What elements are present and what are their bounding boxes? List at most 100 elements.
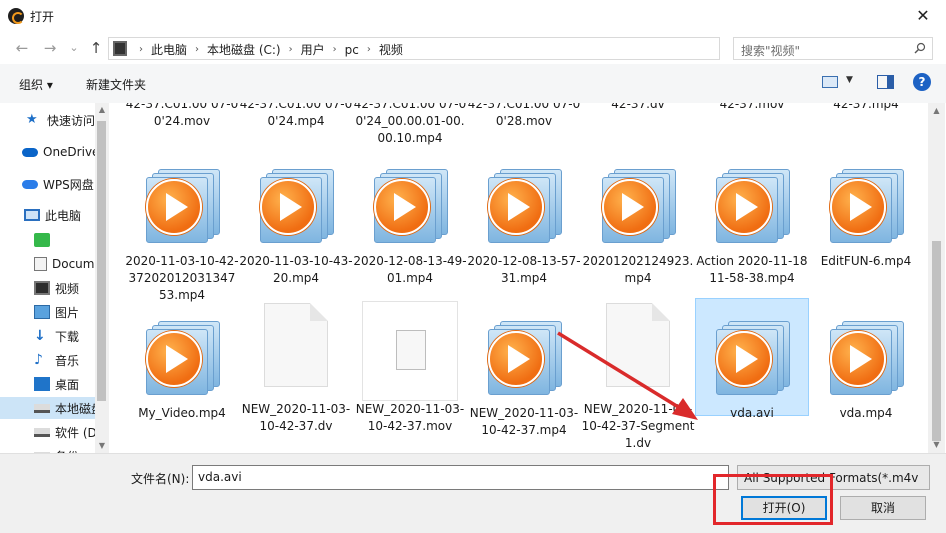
sidebar-item-label: 音乐 — [55, 353, 80, 368]
video-file-icon — [598, 167, 678, 247]
filename-field[interactable]: vda.avi — [192, 465, 729, 490]
file-item[interactable]: vda.mp4 — [809, 319, 923, 422]
file-item[interactable]: 42-37.C01.00 07-00'24.mp4 — [239, 103, 353, 130]
file-item[interactable]: EditFUN-6.mp4 — [809, 167, 923, 270]
sidebar-item-label: 此电脑 — [45, 208, 82, 223]
file-name: 42-37.C01.00 07-00'28.mov — [467, 103, 581, 128]
file-item[interactable]: 2020-12-08-13-49-01.mp4 — [353, 167, 467, 287]
close-icon[interactable]: ✕ — [900, 0, 946, 31]
desktop-icon — [34, 377, 50, 391]
chevron-right-icon[interactable]: › — [289, 44, 293, 55]
scroll-down-icon[interactable]: ▼ — [928, 437, 945, 453]
file-name: vda.avi — [730, 406, 774, 420]
chevron-right-icon[interactable]: › — [333, 44, 337, 55]
file-item[interactable]: 42-37.C01.00 07-00'28.mov — [467, 103, 581, 130]
file-item[interactable]: NEW_2020-11-03-10-42-37.dv — [239, 303, 353, 435]
sidebar-item-drive-d[interactable]: 软件 (D:) — [0, 421, 95, 443]
file-item-selected[interactable]: vda.avi — [695, 298, 809, 420]
file-item[interactable]: 2020-11-03-10-43-20.mp4 — [239, 167, 353, 287]
sidebar-item-label: 下载 — [55, 329, 80, 344]
view-mode-icon[interactable] — [822, 76, 838, 88]
breadcrumb-item[interactable]: 本地磁盘 (C:) — [207, 41, 281, 58]
new-folder-button[interactable]: 新建文件夹 — [86, 76, 146, 93]
file-item[interactable]: 42-37.C01.00 07-00'24.mov — [125, 103, 239, 130]
sidebar-item-label: 视频 — [55, 281, 80, 296]
back-arrow-icon[interactable]: ← — [12, 38, 32, 58]
picture-icon — [34, 305, 50, 319]
breadcrumb-item[interactable]: 用户 — [301, 41, 325, 58]
sidebar-item-documents[interactable]: Documents — [0, 253, 95, 275]
download-icon: ↓ — [34, 328, 46, 344]
file-item[interactable]: 2020-12-08-13-57-31.mp4 — [467, 167, 581, 287]
view-dropdown-icon[interactable]: ▼ — [846, 75, 853, 85]
sidebar-item-app[interactable] — [0, 229, 95, 251]
sidebar-item-label: 快速访问 — [47, 113, 95, 128]
sidebar-item-videos[interactable]: 视频 — [0, 277, 95, 299]
file-item[interactable]: 42-37.mov — [695, 103, 809, 113]
video-file-icon — [826, 167, 906, 247]
video-file-icon — [712, 167, 792, 247]
file-item[interactable]: 20201202124923.mp4 — [581, 167, 695, 287]
up-arrow-icon[interactable]: ↑ — [86, 38, 106, 58]
sidebar-item-label: 软件 (D:) — [55, 425, 95, 440]
sidebar-item-desktop[interactable]: 桌面 — [0, 373, 95, 395]
chevron-right-icon[interactable]: › — [139, 44, 143, 55]
sidebar-item-onedrive[interactable]: OneDrive — [0, 141, 95, 163]
file-name: My_Video.mp4 — [138, 406, 226, 420]
help-icon[interactable]: ? — [913, 73, 931, 91]
scroll-up-icon[interactable]: ▲ — [928, 103, 945, 119]
file-name: NEW_2020-11-03-10-42-37.dv — [241, 402, 351, 433]
sidebar-item-backup[interactable]: 备份 — [0, 445, 95, 453]
scrollbar-thumb[interactable] — [932, 241, 941, 441]
file-item[interactable]: 42-37.dv — [581, 103, 695, 113]
recent-locations-icon[interactable]: ⌄ — [64, 38, 84, 58]
navigation-scrollbar[interactable]: ▲ ▼ — [95, 103, 109, 453]
file-name: vda.mp4 — [839, 406, 893, 420]
sidebar-item-pictures[interactable]: 图片 — [0, 301, 95, 323]
file-name: NEW_2020-11-03-10-42-37-Segment 1.dv — [581, 402, 695, 450]
title-bar: 打开 ✕ — [0, 0, 946, 31]
sidebar-item-label: WPS网盘 — [43, 177, 94, 192]
file-item[interactable]: NEW_2020-11-03-10-42-37.mov — [353, 301, 467, 435]
drive-icon — [34, 427, 50, 437]
breadcrumb-item[interactable]: pc — [345, 43, 359, 57]
search-input[interactable]: 搜索"视频" — [733, 37, 933, 60]
drive-icon — [34, 403, 50, 413]
address-bar[interactable]: › 此电脑 › 本地磁盘 (C:) › 用户 › pc › 视频 ⌄ ↻ — [108, 37, 821, 60]
sidebar-item-label: 图片 — [55, 305, 80, 320]
video-file-icon — [142, 167, 222, 247]
sidebar-item-local-disk-c[interactable]: 本地磁盘 (C:) — [0, 397, 95, 419]
video-icon — [34, 281, 50, 295]
star-icon: ★ — [26, 112, 38, 127]
breadcrumb-item[interactable]: 此电脑 — [151, 41, 187, 58]
scrollbar-thumb[interactable] — [97, 121, 106, 401]
organize-button[interactable]: 组织 ▾ — [19, 76, 53, 93]
file-item[interactable]: 42-37.mp4 — [809, 103, 923, 113]
app-icon — [8, 8, 24, 24]
chevron-right-icon[interactable]: › — [195, 44, 199, 55]
document-icon — [34, 257, 47, 271]
breadcrumb-item[interactable]: 视频 — [379, 41, 403, 58]
sidebar-item-this-pc[interactable]: 此电脑 — [0, 204, 95, 226]
file-item[interactable]: My_Video.mp4 — [125, 319, 239, 422]
sidebar-item-wps[interactable]: WPS网盘 — [0, 173, 95, 195]
file-item[interactable]: NEW_2020-11-03-10-42-37.mp4 — [467, 319, 581, 439]
file-item[interactable]: 42-37.C01.00 07-00'24_00.00.01-00.00.10.… — [353, 103, 467, 147]
computer-icon — [24, 209, 40, 221]
video-file-icon — [484, 167, 564, 247]
cancel-button[interactable]: 取消 — [840, 496, 926, 520]
chevron-right-icon[interactable]: › — [367, 44, 371, 55]
file-item[interactable]: Action 2020-11-18 11-58-38.mp4 — [695, 167, 809, 287]
video-file-icon — [712, 319, 792, 399]
file-item[interactable]: 2020-11-03-10-42-3720201203134753.mp4 — [125, 167, 239, 304]
preview-pane-icon[interactable] — [877, 75, 894, 89]
sidebar-item-downloads[interactable]: ↓ 下载 — [0, 325, 95, 347]
sidebar-item-music[interactable]: ♪ 音乐 — [0, 349, 95, 371]
search-placeholder: 搜索"视频" — [741, 44, 801, 58]
scroll-up-icon[interactable]: ▲ — [95, 103, 109, 117]
file-item[interactable]: NEW_2020-11-03-10-42-37-Segment 1.dv — [581, 303, 695, 452]
scroll-down-icon[interactable]: ▼ — [95, 439, 109, 453]
file-list-scrollbar[interactable]: ▲ ▼ — [928, 103, 945, 453]
forward-arrow-icon[interactable]: → — [40, 38, 60, 58]
sidebar-item-quick-access[interactable]: ★ 快速访问 — [0, 109, 95, 131]
